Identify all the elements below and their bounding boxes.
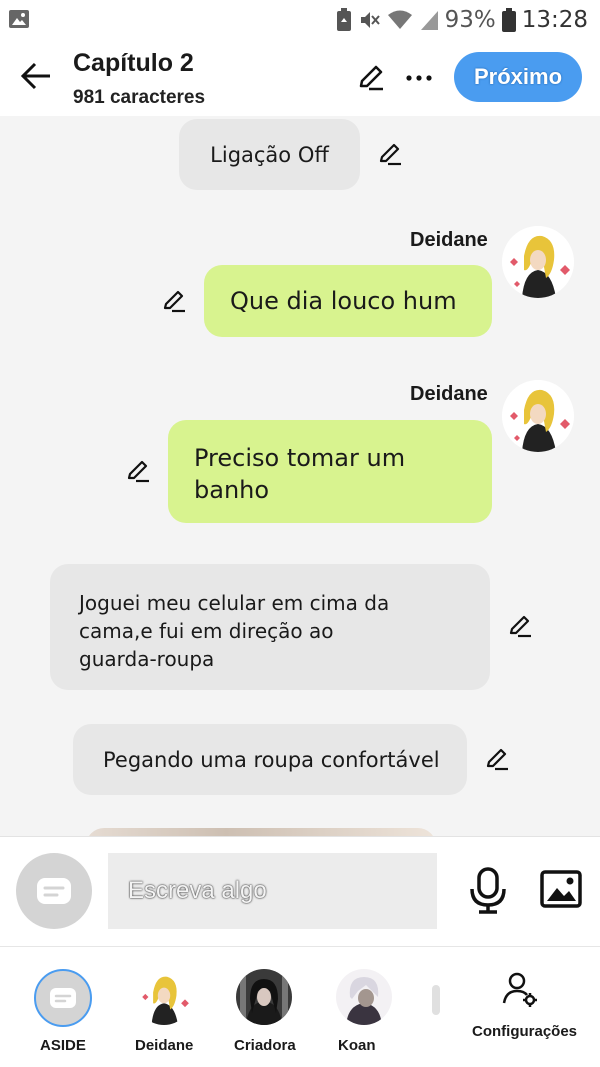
chapter-header: Capítulo 2 981 caracteres Próximo (0, 40, 600, 116)
aside-bubble-icon (50, 988, 76, 1008)
nav-label: Deidane (135, 1037, 194, 1054)
message-text: Preciso tomar um banho (194, 444, 406, 504)
nav-deidane[interactable]: Deidane (128, 967, 204, 1062)
criadora-avatar (236, 969, 292, 1025)
battery-percent: 93% (444, 7, 496, 33)
nav-settings[interactable]: Configurações (465, 961, 578, 1056)
nav-label: Criadora (234, 1037, 296, 1054)
battery-saver-icon (336, 8, 351, 31)
gallery-notification-icon (9, 10, 29, 28)
nav-partial-avatar (432, 985, 440, 1015)
status-bar: 93% 13:28 (0, 0, 600, 40)
avatar-image (236, 969, 292, 1025)
character-count: 981 caracteres (73, 87, 206, 108)
character-bar: ASIDE Deidane Criadora Koan Configuraçõe… (0, 946, 600, 1067)
koan-avatar (336, 969, 392, 1025)
aside-message[interactable]: Pegando uma roupa confortável (73, 724, 467, 795)
chat-area: Ligação Off Deidane Que dia louco hum De… (0, 116, 600, 836)
avatar-image (502, 380, 574, 452)
nav-label: ASIDE (40, 1037, 86, 1054)
wifi-icon (387, 10, 412, 29)
aside-avatar (34, 969, 92, 1027)
chapter-title: Capítulo 2 (73, 49, 194, 77)
image-upload-icon[interactable] (540, 870, 582, 908)
back-arrow-icon[interactable] (18, 58, 54, 94)
message-text: Joguei meu celular em cima da cama,e fui… (79, 591, 390, 671)
next-button[interactable]: Próximo (454, 52, 582, 102)
battery-icon (501, 8, 516, 32)
user-settings-icon (502, 972, 537, 1007)
edit-message-icon[interactable] (160, 287, 188, 315)
nav-koan[interactable]: Koan (328, 967, 404, 1062)
image-message-preview[interactable] (86, 828, 436, 836)
aside-mode-button[interactable] (16, 853, 92, 929)
message-text: Ligação Off (210, 142, 329, 167)
avatar-image (136, 969, 192, 1025)
edit-message-icon[interactable] (483, 745, 511, 773)
message-text: Pegando uma roupa confortável (103, 747, 440, 772)
nav-label: Configurações (472, 1023, 578, 1040)
message-input[interactable] (108, 853, 437, 929)
nav-criadora[interactable]: Criadora (228, 967, 304, 1062)
character-message[interactable]: Preciso tomar um banho (168, 420, 492, 523)
character-message[interactable]: Que dia louco hum (204, 265, 492, 337)
message-text: Que dia louco hum (230, 287, 457, 315)
avatar-image (336, 969, 392, 1025)
microphone-icon[interactable] (468, 867, 508, 915)
aside-message[interactable]: Ligação Off (179, 119, 360, 190)
avatar-deidane[interactable] (502, 226, 574, 298)
aside-bubble-icon (37, 878, 71, 904)
author-name: Deidane (410, 229, 488, 251)
message-composer (0, 836, 600, 946)
edit-message-icon[interactable] (124, 457, 152, 485)
edit-message-icon[interactable] (376, 140, 404, 168)
author-name: Deidane (410, 383, 488, 405)
aside-message[interactable]: Joguei meu celular em cima da cama,e fui… (50, 564, 490, 690)
avatar-image (502, 226, 574, 298)
more-options-icon[interactable] (403, 62, 435, 94)
deidane-avatar (136, 969, 192, 1025)
mute-icon (360, 12, 380, 28)
edit-pencil-icon[interactable] (355, 62, 387, 94)
nav-label: Koan (338, 1037, 376, 1054)
clock: 13:28 (521, 7, 588, 33)
edit-message-icon[interactable] (506, 612, 534, 640)
avatar-deidane[interactable] (502, 380, 574, 452)
signal-icon (420, 11, 438, 30)
nav-aside[interactable]: ASIDE (34, 967, 94, 1062)
